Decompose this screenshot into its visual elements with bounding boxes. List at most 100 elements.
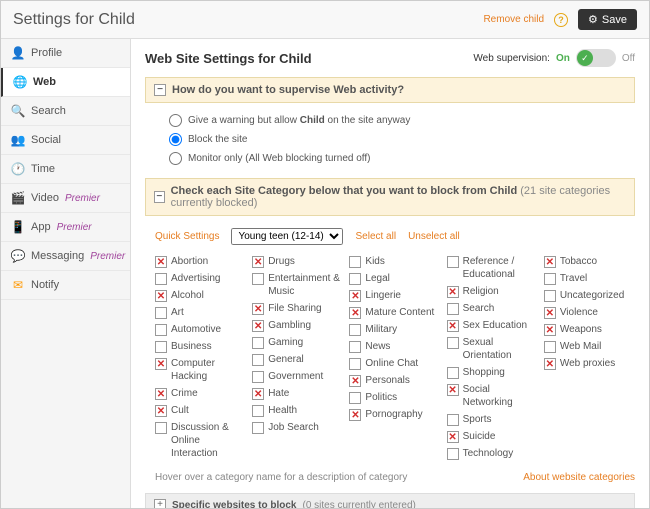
sidebar-item-profile[interactable]: 👤Profile — [1, 39, 130, 68]
category-row: Shopping — [447, 364, 538, 381]
category-checkbox[interactable] — [252, 256, 264, 268]
category-checkbox[interactable] — [544, 273, 556, 285]
on-label: On — [556, 53, 570, 64]
unselect-all-link[interactable]: Unselect all — [408, 231, 460, 242]
category-label: Sports — [463, 413, 492, 426]
category-checkbox[interactable] — [252, 354, 264, 366]
radio-input[interactable] — [169, 133, 182, 146]
category-label: Social Networking — [463, 383, 538, 409]
category-checkbox[interactable] — [252, 303, 264, 315]
category-checkbox[interactable] — [544, 341, 556, 353]
category-checkbox[interactable] — [155, 405, 167, 417]
category-checkbox[interactable] — [544, 358, 556, 370]
category-row: Legal — [349, 270, 440, 287]
gear-icon: ⚙ — [588, 13, 598, 26]
category-checkbox[interactable] — [155, 324, 167, 336]
category-checkbox[interactable] — [155, 341, 167, 353]
category-checkbox[interactable] — [349, 392, 361, 404]
category-checkbox[interactable] — [349, 324, 361, 336]
supervise-option-1[interactable]: Block the site — [169, 130, 635, 149]
radio-input[interactable] — [169, 114, 182, 127]
category-checkbox[interactable] — [447, 367, 459, 379]
category-checkbox[interactable] — [349, 358, 361, 370]
category-checkbox[interactable] — [155, 273, 167, 285]
save-label: Save — [602, 14, 627, 26]
category-label: Advertising — [171, 272, 220, 285]
category-label: Crime — [171, 387, 198, 400]
category-columns: AbortionAdvertisingAlcoholArtAutomotiveB… — [145, 253, 635, 462]
category-checkbox[interactable] — [447, 414, 459, 426]
category-label: Search — [463, 302, 495, 315]
sidebar-item-web[interactable]: 🌐Web — [1, 68, 130, 97]
sidebar-item-video[interactable]: 🎬Video Premier — [1, 184, 130, 213]
category-checkbox[interactable] — [155, 256, 167, 268]
category-checkbox[interactable] — [447, 256, 459, 268]
expand-icon[interactable]: + — [154, 499, 166, 508]
collapse-icon[interactable]: − — [154, 191, 165, 203]
supervise-radio-group: Give a warning but allow Child on the si… — [145, 111, 635, 178]
category-checkbox[interactable] — [349, 256, 361, 268]
category-checkbox[interactable] — [349, 273, 361, 285]
category-checkbox[interactable] — [544, 290, 556, 302]
supervise-option-2[interactable]: Monitor only (All Web blocking turned of… — [169, 149, 635, 168]
category-checkbox[interactable] — [252, 337, 264, 349]
category-checkbox[interactable] — [349, 375, 361, 387]
remove-child-link[interactable]: Remove child — [483, 14, 544, 25]
category-label: General — [268, 353, 304, 366]
select-all-link[interactable]: Select all — [355, 231, 396, 242]
section-supervise-title: How do you want to supervise Web activit… — [172, 84, 404, 96]
category-label: Web Mail — [560, 340, 602, 353]
sidebar-item-label: Profile — [31, 47, 62, 59]
category-checkbox[interactable] — [252, 388, 264, 400]
collapse-icon[interactable]: − — [154, 84, 166, 96]
about-categories-link[interactable]: About website categories — [523, 472, 635, 483]
category-checkbox[interactable] — [447, 448, 459, 460]
supervision-toggle[interactable]: ✓ — [576, 49, 616, 67]
sidebar-item-messaging[interactable]: 💬Messaging Premier — [1, 242, 130, 271]
sidebar-item-app[interactable]: 📱App Premier — [1, 213, 130, 242]
category-checkbox[interactable] — [447, 337, 459, 349]
radio-input[interactable] — [169, 152, 182, 165]
category-checkbox[interactable] — [155, 358, 167, 370]
category-checkbox[interactable] — [447, 286, 459, 298]
category-row: Cult — [155, 402, 246, 419]
category-row: Pornography — [349, 406, 440, 423]
category-checkbox[interactable] — [447, 384, 459, 396]
category-checkbox[interactable] — [155, 422, 167, 434]
supervise-option-0[interactable]: Give a warning but allow Child on the si… — [169, 111, 635, 130]
category-checkbox[interactable] — [544, 256, 556, 268]
category-checkbox[interactable] — [349, 409, 361, 421]
sidebar-item-notify[interactable]: ✉Notify — [1, 271, 130, 300]
category-checkbox[interactable] — [349, 290, 361, 302]
category-row: Business — [155, 338, 246, 355]
sidebar-item-time[interactable]: 🕐Time — [1, 155, 130, 184]
category-checkbox[interactable] — [252, 405, 264, 417]
category-checkbox[interactable] — [252, 371, 264, 383]
category-checkbox[interactable] — [447, 431, 459, 443]
category-checkbox[interactable] — [155, 307, 167, 319]
category-checkbox[interactable] — [447, 320, 459, 332]
category-checkbox[interactable] — [349, 307, 361, 319]
sidebar-item-search[interactable]: 🔍Search — [1, 97, 130, 126]
specific-block-header[interactable]: + Specific websites to block (0 sites cu… — [145, 493, 635, 508]
category-checkbox[interactable] — [349, 341, 361, 353]
category-checkbox[interactable] — [252, 273, 264, 285]
age-select[interactable]: Young teen (12-14) — [231, 228, 343, 245]
category-row: File Sharing — [252, 300, 343, 317]
premier-badge: Premier — [65, 193, 100, 204]
sidebar-item-social[interactable]: 👥Social — [1, 126, 130, 155]
category-label: Automotive — [171, 323, 221, 336]
category-checkbox[interactable] — [155, 290, 167, 302]
category-checkbox[interactable] — [544, 307, 556, 319]
category-label: Pornography — [365, 408, 422, 421]
category-label: Abortion — [171, 255, 208, 268]
category-label: Lingerie — [365, 289, 401, 302]
help-icon[interactable]: ? — [554, 13, 568, 27]
category-checkbox[interactable] — [155, 388, 167, 400]
category-checkbox[interactable] — [544, 324, 556, 336]
category-checkbox[interactable] — [252, 320, 264, 332]
save-button[interactable]: ⚙ Save — [578, 9, 637, 30]
category-checkbox[interactable] — [252, 422, 264, 434]
category-checkbox[interactable] — [447, 303, 459, 315]
category-row: Entertainment & Music — [252, 270, 343, 300]
